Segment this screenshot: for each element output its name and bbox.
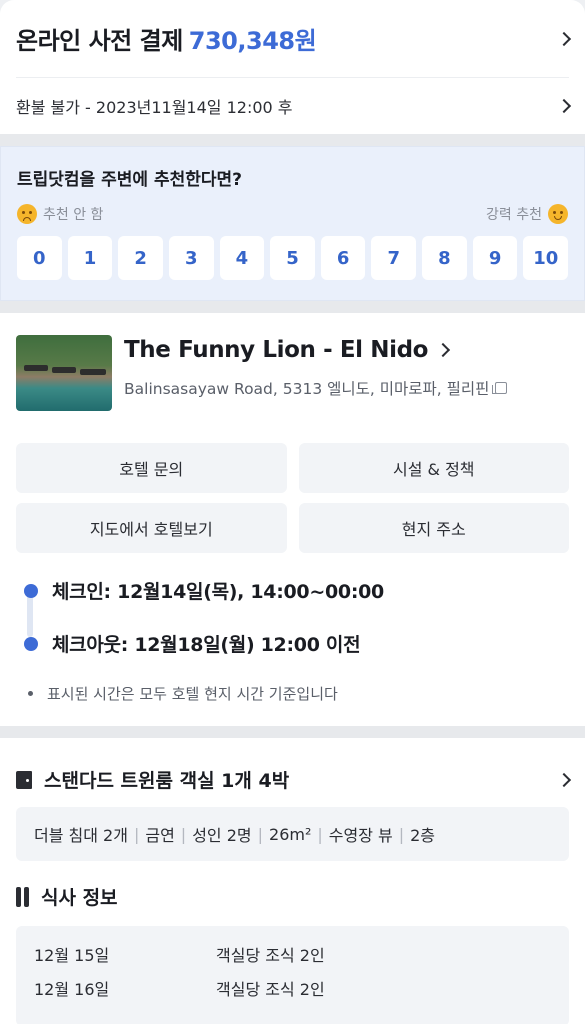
hotel-name: The Funny Lion - El Nido xyxy=(124,337,429,363)
scale-high-text: 강력 추천 xyxy=(486,207,542,223)
time-note: 표시된 시간은 모두 호텔 현지 시간 기준입니다 xyxy=(28,683,569,704)
chevron-right-icon xyxy=(435,342,451,358)
checkin-dot xyxy=(24,583,38,598)
survey-scale-labels: 추천 안 함 강력 추천 xyxy=(17,204,568,224)
checkout-dot xyxy=(24,636,38,651)
room-title-text: 스탠다드 트윈룸 객실 1개 4박 xyxy=(44,770,290,792)
room-feature-floor: 2층 xyxy=(410,826,436,845)
meal-date: 12월 16일 xyxy=(34,980,110,999)
checkin-row: 체크인: 12월14일(목), 14:00~00:00 xyxy=(24,577,569,604)
room-section: 스탠다드 트윈룸 객실 1개 4박 더블 침대 2개 | 금연 | 성인 2명 | 2… xyxy=(0,738,585,1024)
copy-icon[interactable] xyxy=(492,382,508,394)
hotel-address-text: Balinsasayaw Road, 5313 엘니도, 미마로파, 필리핀 xyxy=(124,380,490,398)
recommend-survey: 트립닷컴을 주변에 추천한다면? 추천 안 함 강력 추천 0 1 2 3 4 … xyxy=(0,146,585,301)
payment-label: 온라인 사전 결제 xyxy=(16,27,183,55)
meal-title-text: 식사 정보 xyxy=(41,887,118,909)
refund-policy-text: 환불 불가 - 2023년11월14일 12:00 후 xyxy=(16,98,293,117)
hotel-section: The Funny Lion - El Nido Balinsasayaw Ro… xyxy=(0,313,585,726)
payment-section: 온라인 사전 결제 730,348원 환불 불가 - 2023년11월14일 12… xyxy=(0,0,585,134)
payment-amount: 730,348원 xyxy=(188,27,317,55)
scale-high-label: 강력 추천 xyxy=(486,204,568,224)
score-button-1[interactable]: 1 xyxy=(67,236,113,280)
room-title-row[interactable]: 스탠다드 트윈룸 객실 1개 4박 xyxy=(16,766,572,793)
hotel-photo[interactable] xyxy=(16,335,112,411)
scale-low-text: 추천 안 함 xyxy=(43,207,104,223)
refund-policy-row[interactable]: 환불 불가 - 2023년11월14일 12:00 후 xyxy=(16,78,572,134)
facilities-policy-button[interactable]: 시설 & 정책 xyxy=(298,443,569,493)
hotel-actions: 호텔 문의 시설 & 정책 지도에서 호텔보기 현지 주소 xyxy=(16,443,569,553)
score-button-6[interactable]: 6 xyxy=(320,236,366,280)
score-button-0[interactable]: 0 xyxy=(17,236,62,280)
chevron-right-icon xyxy=(556,31,572,46)
room-feature-smoking: 금연 xyxy=(145,826,175,845)
score-button-4[interactable]: 4 xyxy=(219,236,265,280)
door-icon xyxy=(16,770,32,789)
meal-date: 12월 15일 xyxy=(34,946,110,965)
hotel-address[interactable]: Balinsasayaw Road, 5313 엘니도, 미마로파, 필리핀 xyxy=(124,377,508,399)
room-feature-view: 수영장 뷰 xyxy=(328,826,393,845)
checkout-row: 체크아웃: 12월18일(월) 12:00 이전 xyxy=(24,630,569,657)
stay-times: 체크인: 12월14일(목), 14:00~00:00 체크아웃: 12월18일… xyxy=(16,553,569,726)
score-button-7[interactable]: 7 xyxy=(371,236,417,280)
payment-row[interactable]: 온라인 사전 결제 730,348원 xyxy=(16,0,572,78)
room-feature-bed: 더블 침대 2개 xyxy=(34,826,128,845)
score-button-10[interactable]: 10 xyxy=(523,236,569,280)
score-button-3[interactable]: 3 xyxy=(168,236,214,280)
score-button-5[interactable]: 5 xyxy=(270,236,315,280)
room-feature-size: 26m² xyxy=(269,824,312,844)
local-address-button[interactable]: 현지 주소 xyxy=(298,503,569,553)
meal-title: 식사 정보 xyxy=(16,883,569,910)
chevron-right-icon xyxy=(556,98,572,114)
sad-face-icon xyxy=(17,204,37,224)
room-features: 더블 침대 2개 | 금연 | 성인 2명 | 26m² | 수영장 뷰 | 2층 xyxy=(16,807,569,861)
checkout-time: 체크아웃: 12월18일(월) 12:00 이전 xyxy=(52,634,361,656)
section-divider xyxy=(0,134,585,146)
score-button-2[interactable]: 2 xyxy=(118,236,163,280)
hotel-info: The Funny Lion - El Nido Balinsasayaw Ro… xyxy=(124,335,508,411)
happy-face-icon xyxy=(548,204,568,224)
cutlery-icon xyxy=(16,886,29,907)
bullet-icon xyxy=(28,691,33,696)
hotel-inquiry-button[interactable]: 호텔 문의 xyxy=(16,443,287,493)
score-button-9[interactable]: 9 xyxy=(472,236,518,280)
hotel-header: The Funny Lion - El Nido Balinsasayaw Ro… xyxy=(16,335,569,411)
meal-desc: 객실당 조식 2인 xyxy=(216,946,325,965)
view-on-map-button[interactable]: 지도에서 호텔보기 xyxy=(16,503,287,553)
section-divider xyxy=(0,301,585,313)
score-button-8[interactable]: 8 xyxy=(422,236,467,280)
survey-question: 트립닷컴을 주변에 추천한다면? xyxy=(17,170,243,190)
meal-list: 12월 15일 객실당 조식 2인 12월 16일 객실당 조식 2인 xyxy=(16,926,569,1024)
meal-desc: 객실당 조식 2인 xyxy=(216,980,325,999)
room-title: 스탠다드 트윈룸 객실 1개 4박 xyxy=(16,766,289,793)
chevron-right-icon xyxy=(556,772,572,787)
score-buttons: 0 1 2 3 4 5 6 7 8 9 10 xyxy=(17,236,569,280)
section-divider xyxy=(0,726,585,738)
hotel-name-link[interactable]: The Funny Lion - El Nido xyxy=(124,337,507,363)
checkin-time: 체크인: 12월14일(목), 14:00~00:00 xyxy=(52,581,384,603)
room-feature-guests: 성인 2명 xyxy=(192,826,252,845)
meal-row: 12월 15일 객실당 조식 2인 xyxy=(34,942,551,966)
meal-row: 12월 16일 객실당 조식 2인 xyxy=(34,976,551,1000)
payment-title: 온라인 사전 결제 730,348원 xyxy=(16,21,317,56)
scale-low-label: 추천 안 함 xyxy=(17,204,103,224)
time-note-text: 표시된 시간은 모두 호텔 현지 시간 기준입니다 xyxy=(47,685,338,703)
